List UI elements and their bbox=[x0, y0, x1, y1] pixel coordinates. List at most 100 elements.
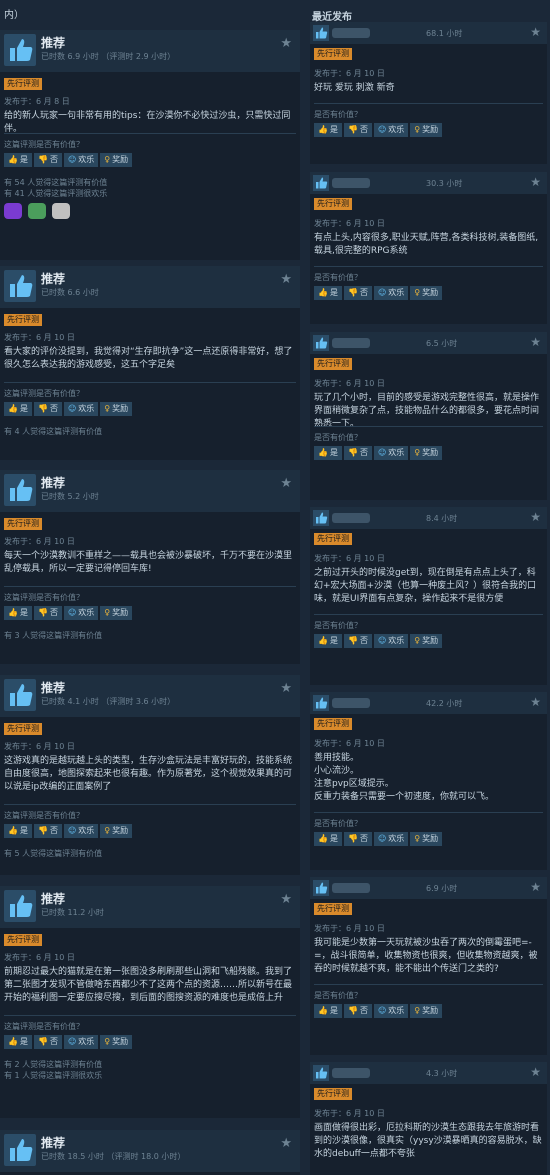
review-text: 看大家的评价没提到，我觉得对“生存即抗争”这一点还原得非常好，想了很久怎么表达我… bbox=[4, 347, 293, 370]
favorite-star-icon[interactable]: ★ bbox=[530, 25, 541, 39]
vote-funny-button[interactable]: ☺ 欢乐 bbox=[373, 634, 409, 648]
vote-yes-button[interactable]: 👍 是 bbox=[314, 123, 342, 137]
vote-yes-button[interactable]: 👍 是 bbox=[4, 153, 32, 167]
favorite-star-icon[interactable]: ★ bbox=[280, 681, 292, 696]
button-label: 是 bbox=[19, 155, 28, 164]
vote-no-button[interactable]: 👎 否 bbox=[343, 634, 372, 648]
thumbs-up-icon bbox=[4, 34, 36, 66]
vote-funny-button[interactable]: ☺ 欢乐 bbox=[63, 153, 99, 167]
button-label: 是 bbox=[329, 636, 338, 645]
favorite-star-icon[interactable]: ★ bbox=[530, 695, 541, 709]
vote-yes-button[interactable]: 👍 是 bbox=[4, 402, 32, 416]
vote-funny-button[interactable]: ☺ 欢乐 bbox=[373, 1004, 409, 1018]
award-button[interactable]: ♀ 奖励 bbox=[100, 402, 133, 416]
vote-funny-button[interactable]: ☺ 欢乐 bbox=[373, 832, 409, 846]
vote-yes-button[interactable]: 👍 是 bbox=[4, 1035, 32, 1049]
vote-no-button[interactable]: 👎 否 bbox=[343, 1004, 372, 1018]
vote-no-button[interactable]: 👎 否 bbox=[343, 832, 372, 846]
vote-funny-button[interactable]: ☺ 欢乐 bbox=[373, 446, 409, 460]
vote-buttons: 👍 是 👎 否 ☺ 欢乐 ♀ 奖励 bbox=[314, 123, 443, 137]
vote-no-button[interactable]: 👎 否 bbox=[343, 286, 372, 300]
thumbs-up-icon: 👍 bbox=[8, 404, 18, 413]
award-button[interactable]: ♀ 奖励 bbox=[410, 832, 443, 846]
favorite-star-icon[interactable]: ★ bbox=[530, 510, 541, 524]
thumbs-up-icon bbox=[4, 270, 36, 302]
early-access-badge: 先行评测 bbox=[4, 314, 42, 326]
favorite-star-icon[interactable]: ★ bbox=[280, 272, 292, 287]
favorite-star-icon[interactable]: ★ bbox=[280, 1136, 292, 1151]
award-button[interactable]: ♀ 奖励 bbox=[410, 446, 443, 460]
favorite-star-icon[interactable]: ★ bbox=[280, 36, 292, 51]
vote-no-button[interactable]: 👎 否 bbox=[33, 606, 62, 620]
thumbs-up-icon bbox=[4, 474, 36, 506]
thumbs-up-icon: 👍 bbox=[8, 608, 18, 617]
thumbs-down-icon: 👎 bbox=[37, 826, 48, 835]
recent-review-card: 30.3 小时 ★ 先行评测 发布于：6 月 10 日有点上头,内容很多,职业天赋,阵… bbox=[310, 172, 547, 324]
vote-funny-button[interactable]: ☺ 欢乐 bbox=[373, 123, 409, 137]
vote-funny-button[interactable]: ☺ 欢乐 bbox=[63, 402, 99, 416]
vote-buttons: 👍 是 👎 否 ☺ 欢乐 ♀ 奖励 bbox=[314, 286, 443, 300]
vote-funny-button[interactable]: ☺ 欢乐 bbox=[63, 606, 99, 620]
favorite-star-icon[interactable]: ★ bbox=[280, 476, 292, 491]
favorite-star-icon[interactable]: ★ bbox=[530, 880, 541, 894]
recent-review-card: 6.9 小时 ★ 先行评测 发布于：6 月 10 日我可能是少数第一天玩就被沙虫吞了两… bbox=[310, 877, 547, 1055]
vote-buttons: 👍 是 👎 否 ☺ 欢乐 ♀ 奖励 bbox=[4, 824, 133, 838]
award-button[interactable]: ♀ 奖励 bbox=[100, 606, 133, 620]
award-button[interactable]: ♀ 奖励 bbox=[100, 1035, 133, 1049]
helpful-count: 有 4 人觉得这篇评测有价值 bbox=[4, 427, 103, 436]
thumbs-up-icon bbox=[4, 679, 36, 711]
vote-funny-button[interactable]: ☺ 欢乐 bbox=[373, 286, 409, 300]
vote-funny-button[interactable]: ☺ 欢乐 bbox=[63, 824, 99, 838]
vote-yes-button[interactable]: 👍 是 bbox=[314, 446, 342, 460]
vote-yes-button[interactable]: 👍 是 bbox=[314, 1004, 342, 1018]
vote-no-button[interactable]: 👎 否 bbox=[343, 123, 372, 137]
award-icon[interactable] bbox=[28, 203, 46, 219]
author-name-blurred bbox=[332, 338, 370, 348]
thumbs-up-icon bbox=[313, 25, 329, 41]
button-label: 否 bbox=[359, 288, 368, 297]
divider bbox=[314, 426, 543, 427]
award-button[interactable]: ♀ 奖励 bbox=[410, 634, 443, 648]
thumbs-down-icon: 👎 bbox=[347, 834, 358, 843]
favorite-star-icon[interactable]: ★ bbox=[530, 335, 541, 349]
vote-no-button[interactable]: 👎 否 bbox=[33, 824, 62, 838]
award-button[interactable]: ♀ 奖励 bbox=[100, 153, 133, 167]
vote-yes-button[interactable]: 👍 是 bbox=[314, 286, 342, 300]
review-hours: 已时数 11.2 小时 bbox=[41, 908, 104, 917]
vote-yes-button[interactable]: 👍 是 bbox=[4, 606, 32, 620]
vote-funny-button[interactable]: ☺ 欢乐 bbox=[63, 1035, 99, 1049]
award-button[interactable]: ♀ 奖励 bbox=[410, 123, 443, 137]
author-name-blurred bbox=[332, 698, 370, 708]
favorite-star-icon[interactable]: ★ bbox=[280, 892, 292, 907]
vote-no-button[interactable]: 👎 否 bbox=[33, 402, 62, 416]
vote-no-button[interactable]: 👎 否 bbox=[343, 446, 372, 460]
button-label: 欢乐 bbox=[388, 1006, 405, 1015]
award-button[interactable]: ♀ 奖励 bbox=[410, 286, 443, 300]
thumbs-up-icon bbox=[313, 1065, 329, 1081]
vote-yes-button[interactable]: 👍 是 bbox=[314, 634, 342, 648]
button-label: 欢乐 bbox=[388, 636, 405, 645]
review-verdict: 推荐 bbox=[41, 476, 66, 490]
favorite-star-icon[interactable]: ★ bbox=[530, 175, 541, 189]
helpful-question: 这篇评测是否有价值？ bbox=[4, 140, 84, 149]
helpful-question: 是否有价值？ bbox=[314, 110, 362, 119]
award-icon: ♀ bbox=[104, 608, 111, 617]
award-button[interactable]: ♀ 奖励 bbox=[100, 824, 133, 838]
favorite-star-icon[interactable]: ★ bbox=[530, 1065, 541, 1079]
early-access-badge: 先行评测 bbox=[4, 518, 42, 530]
recent-review-card: 42.2 小时 ★ 先行评测 发布于：6 月 10 日善用技能。 小心流沙。 注意pv… bbox=[310, 692, 547, 870]
award-icon: ♀ bbox=[414, 448, 421, 457]
award-icon[interactable] bbox=[4, 203, 22, 219]
vote-no-button[interactable]: 👎 否 bbox=[33, 153, 62, 167]
award-button[interactable]: ♀ 奖励 bbox=[410, 1004, 443, 1018]
review-text: 之前过开头的时候没get到，现在倒是有点点上头了，科幻+宏大场面+沙漠（也算一种… bbox=[314, 568, 537, 604]
helpful-count: 有 3 人觉得这篇评测有价值 bbox=[4, 631, 103, 640]
award-icon: ♀ bbox=[104, 404, 111, 413]
early-access-badge: 先行评测 bbox=[314, 358, 352, 370]
divider bbox=[4, 586, 296, 587]
award-icon[interactable] bbox=[52, 203, 70, 219]
vote-yes-button[interactable]: 👍 是 bbox=[314, 832, 342, 846]
vote-yes-button[interactable]: 👍 是 bbox=[4, 824, 32, 838]
vote-no-button[interactable]: 👎 否 bbox=[33, 1035, 62, 1049]
thumbs-up-icon bbox=[313, 695, 329, 711]
